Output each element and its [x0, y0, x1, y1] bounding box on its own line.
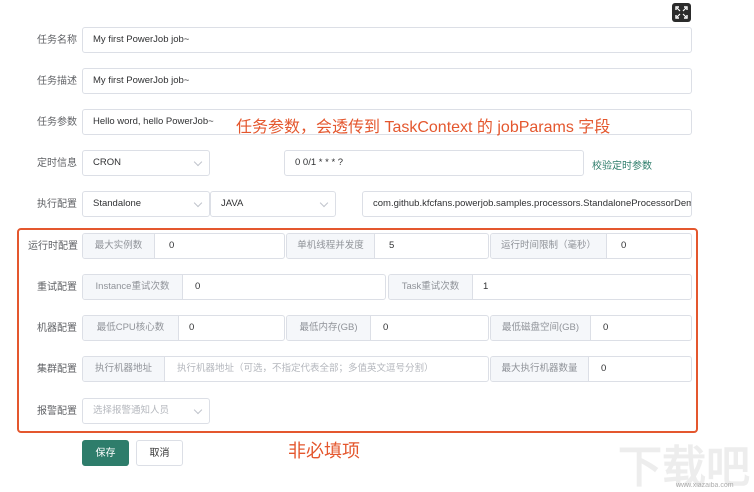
thread-concurrency-label: 单机线程并发度 — [287, 234, 375, 258]
min-cpu-field[interactable]: 最低CPU核心数 0 — [82, 315, 285, 341]
validate-timing-link[interactable]: 校验定时参数 — [592, 157, 652, 172]
time-limit-label: 运行时间限制（毫秒） — [491, 234, 607, 258]
optional-annotation: 非必填项 — [288, 441, 360, 461]
runtime-label: 运行时配置 — [28, 241, 78, 252]
thread-concurrency-field[interactable]: 单机线程并发度 5 — [286, 233, 489, 259]
thread-concurrency-value: 5 — [389, 240, 395, 251]
exec-label: 执行配置 — [37, 199, 77, 210]
machine-label: 机器配置 — [37, 323, 77, 334]
processor-type-select[interactable]: JAVA — [210, 191, 336, 217]
designated-workers-placeholder: 执行机器地址（可选，不指定代表全部；多值英文逗号分割） — [177, 363, 434, 374]
min-disk-field[interactable]: 最低磁盘空间(GB) 0 — [490, 315, 692, 341]
chevron-down-icon — [193, 157, 203, 167]
min-cpu-label: 最低CPU核心数 — [83, 316, 179, 340]
timing-type-value: CRON — [93, 157, 121, 168]
task-desc-input[interactable]: My first PowerJob job~ — [82, 68, 692, 94]
exec-mode-select[interactable]: Standalone — [82, 191, 210, 217]
save-button[interactable]: 保存 — [82, 440, 129, 466]
max-instances-value: 0 — [169, 240, 175, 251]
cluster-label: 集群配置 — [37, 364, 77, 375]
max-workers-label: 最大执行机器数量 — [491, 357, 589, 381]
alarm-receivers-select[interactable]: 选择报警通知人员 — [82, 398, 210, 424]
alarm-label: 报警配置 — [37, 406, 77, 417]
processor-type-value: JAVA — [221, 198, 244, 209]
processor-info-input[interactable]: com.github.kfcfans.powerjob.samples.proc… — [362, 191, 692, 217]
exec-mode-value: Standalone — [93, 198, 142, 209]
chevron-down-icon — [193, 198, 203, 208]
timing-label: 定时信息 — [37, 158, 77, 169]
task-params-label: 任务参数 — [37, 117, 77, 128]
min-memory-field[interactable]: 最低内存(GB) 0 — [286, 315, 489, 341]
retry-label: 重试配置 — [37, 282, 77, 293]
instance-retry-field[interactable]: Instance重试次数 0 — [82, 274, 386, 300]
task-desc-label: 任务描述 — [37, 76, 77, 87]
cron-expression-input[interactable]: 0 0/1 * * * ? — [284, 150, 584, 176]
max-workers-value: 0 — [601, 363, 607, 374]
chevron-down-icon — [319, 198, 329, 208]
task-retry-value: 1 — [483, 281, 489, 292]
expand-icon — [675, 6, 688, 19]
instance-retry-value: 0 — [195, 281, 201, 292]
time-limit-value: 0 — [621, 240, 627, 251]
min-memory-value: 0 — [383, 322, 389, 333]
min-disk-value: 0 — [603, 322, 609, 333]
max-workers-field[interactable]: 最大执行机器数量 0 — [490, 356, 692, 382]
task-retry-field[interactable]: Task重试次数 1 — [388, 274, 692, 300]
designated-workers-label: 执行机器地址 — [83, 357, 165, 381]
designated-workers-field[interactable]: 执行机器地址 执行机器地址（可选，不指定代表全部；多值英文逗号分割） — [82, 356, 489, 382]
max-instances-label: 最大实例数 — [83, 234, 155, 258]
task-retry-label: Task重试次数 — [389, 275, 473, 299]
instance-retry-label: Instance重试次数 — [83, 275, 183, 299]
chevron-down-icon — [193, 405, 203, 415]
watermark-url: www.xiazaiba.com — [676, 482, 734, 489]
alarm-receivers-placeholder: 选择报警通知人员 — [93, 405, 170, 416]
params-annotation: 任务参数，会透传到 TaskContext 的 jobParams 字段 — [236, 119, 611, 136]
task-name-input[interactable]: My first PowerJob job~ — [82, 27, 692, 53]
cancel-button[interactable]: 取消 — [136, 440, 183, 466]
time-limit-field[interactable]: 运行时间限制（毫秒） 0 — [490, 233, 692, 259]
min-disk-label: 最低磁盘空间(GB) — [491, 316, 591, 340]
max-instances-field[interactable]: 最大实例数 0 — [82, 233, 285, 259]
task-name-label: 任务名称 — [37, 35, 77, 46]
min-cpu-value: 0 — [189, 322, 195, 333]
min-memory-label: 最低内存(GB) — [287, 316, 371, 340]
timing-type-select[interactable]: CRON — [82, 150, 210, 176]
fullscreen-button[interactable] — [672, 3, 691, 22]
